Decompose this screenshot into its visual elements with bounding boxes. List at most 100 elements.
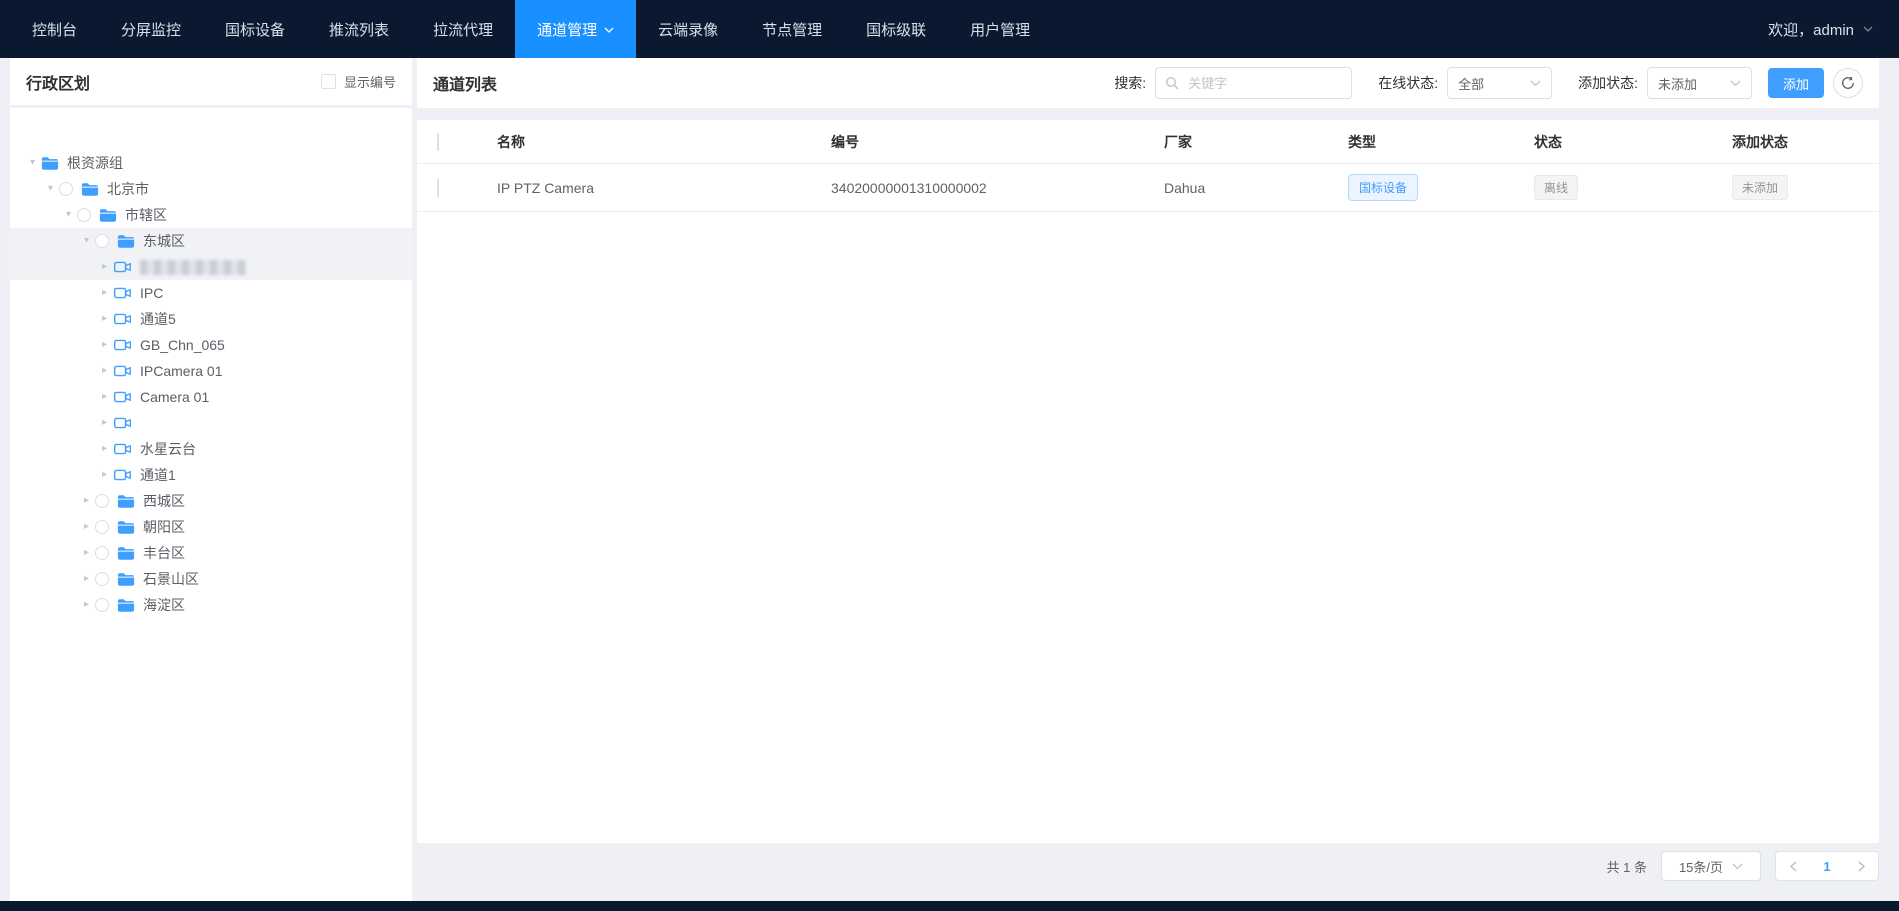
- radio-icon[interactable]: [77, 208, 91, 222]
- caret-icon[interactable]: ▸: [78, 488, 95, 514]
- caret-icon[interactable]: ▸: [78, 514, 95, 540]
- camera-icon: [113, 363, 132, 379]
- tree-row[interactable]: ▸ 海淀区: [10, 592, 412, 618]
- caret-icon[interactable]: ▸: [96, 410, 113, 436]
- nav-tab-分屏监控[interactable]: 分屏监控: [99, 0, 203, 58]
- tree-row[interactable]: ▾ 北京市: [10, 176, 412, 202]
- radio-icon[interactable]: [95, 234, 109, 248]
- camera-icon: [113, 415, 132, 431]
- nav-tab-节点管理[interactable]: 节点管理: [740, 0, 844, 58]
- col-add-status: 添加状态: [1732, 133, 1788, 150]
- page-size-select[interactable]: 15条/页: [1661, 851, 1761, 881]
- tree-row[interactable]: ▾ 市辖区: [10, 202, 412, 228]
- search-input[interactable]: [1186, 74, 1343, 92]
- refresh-button[interactable]: [1833, 68, 1863, 98]
- caret-icon[interactable]: ▾: [60, 202, 77, 228]
- folder-icon: [117, 572, 135, 587]
- nav-tab-拉流代理[interactable]: 拉流代理: [411, 0, 515, 58]
- add-button[interactable]: 添加: [1767, 68, 1824, 98]
- radio-icon[interactable]: [95, 598, 109, 612]
- tree-row[interactable]: ▸ 通道5: [10, 306, 412, 332]
- tree-label: 市辖区: [125, 207, 167, 223]
- radio-icon[interactable]: [95, 572, 109, 586]
- folder-icon: [81, 182, 99, 197]
- select-all-checkbox[interactable]: [437, 132, 439, 151]
- nav-tab-用户管理[interactable]: 用户管理: [948, 0, 1052, 58]
- caret-icon[interactable]: ▸: [96, 306, 113, 332]
- row-checkbox[interactable]: [437, 178, 439, 197]
- tree-row[interactable]: ▸ IPCamera 01: [10, 358, 412, 384]
- chevron-right-icon: [1858, 860, 1865, 872]
- folder-icon: [117, 234, 135, 249]
- tree-row[interactable]: ▾ 根资源组: [10, 150, 412, 176]
- tree-row[interactable]: ▸ GB_Chn_065: [10, 332, 412, 358]
- online-status-select[interactable]: 全部: [1447, 67, 1553, 99]
- tree-row[interactable]: ▸: [10, 254, 412, 280]
- tree-row[interactable]: ▸ Camera 01: [10, 384, 412, 410]
- caret-icon[interactable]: ▸: [96, 436, 113, 462]
- tree-row[interactable]: ▸: [10, 410, 412, 436]
- tree-row[interactable]: ▸ IPC: [10, 280, 412, 306]
- user-menu[interactable]: 欢迎，admin: [1768, 0, 1873, 58]
- radio-icon[interactable]: [95, 520, 109, 534]
- tree-label: 根资源组: [67, 155, 123, 171]
- channel-table: 名称 编号 厂家 类型 状态 添加状态 IP PTZ Camera 340200…: [417, 120, 1879, 843]
- nav-tab-label: 分屏监控: [121, 21, 182, 39]
- nav-tab-控制台[interactable]: 控制台: [10, 0, 99, 58]
- tree-row[interactable]: ▸ 朝阳区: [10, 514, 412, 540]
- status-badge: 离线: [1534, 175, 1579, 200]
- radio-icon[interactable]: [95, 546, 109, 560]
- tree-label: 丰台区: [143, 545, 185, 561]
- current-page[interactable]: 1: [1810, 859, 1844, 874]
- tree-label: 西城区: [143, 493, 185, 509]
- camera-icon: [113, 389, 132, 405]
- caret-icon[interactable]: ▸: [96, 254, 113, 280]
- online-status-label: 在线状态:: [1378, 75, 1439, 91]
- nav-tab-国标设备[interactable]: 国标设备: [203, 0, 307, 58]
- camera-icon: [113, 311, 132, 327]
- show-number-label: 显示编号: [343, 75, 396, 90]
- bottom-bar: [0, 901, 1899, 911]
- next-page-button[interactable]: [1844, 852, 1878, 880]
- prev-page-button[interactable]: [1776, 852, 1810, 880]
- show-number-checkbox-icon[interactable]: [320, 74, 336, 89]
- tree-label: 通道5: [140, 311, 176, 327]
- nav-tab-label: 控制台: [32, 21, 78, 39]
- tree-row[interactable]: ▾ 东城区: [10, 228, 412, 254]
- radio-icon[interactable]: [95, 494, 109, 508]
- add-status-badge: 未添加: [1732, 175, 1789, 200]
- tree-row[interactable]: ▸ 石景山区: [10, 566, 412, 592]
- table-row[interactable]: IP PTZ Camera 34020000001310000002 Dahua…: [417, 164, 1879, 212]
- caret-icon[interactable]: ▾: [78, 228, 95, 254]
- caret-icon[interactable]: ▸: [96, 332, 113, 358]
- tree-row[interactable]: ▸ 丰台区: [10, 540, 412, 566]
- caret-icon[interactable]: ▸: [78, 540, 95, 566]
- nav-tab-推流列表[interactable]: 推流列表: [307, 0, 411, 58]
- add-status-select[interactable]: 未添加: [1646, 67, 1752, 99]
- region-panel-title: 行政区划: [26, 75, 91, 93]
- tree-row[interactable]: ▸ 通道1: [10, 462, 412, 488]
- tree-label: 北京市: [107, 181, 149, 197]
- nav-tabs: 控制台 分屏监控 国标设备 推流列表 拉流代理 通道管理 云端录像 节点管理 国…: [10, 0, 1052, 58]
- tree-row[interactable]: ▸ 西城区: [10, 488, 412, 514]
- caret-icon[interactable]: ▸: [96, 280, 113, 306]
- channel-toolbar: 通道列表 搜索: 在线状态: 全部 添加状态: 未添加 添加: [417, 58, 1879, 108]
- camera-icon: [113, 467, 132, 483]
- nav-tab-通道管理[interactable]: 通道管理: [515, 0, 637, 58]
- nav-tab-国标级联[interactable]: 国标级联: [844, 0, 948, 58]
- nav-tab-云端录像[interactable]: 云端录像: [636, 0, 740, 58]
- tree-row[interactable]: ▸ 水星云台: [10, 436, 412, 462]
- caret-icon[interactable]: ▸: [78, 592, 95, 618]
- caret-icon[interactable]: ▾: [42, 176, 59, 202]
- caret-icon[interactable]: ▸: [96, 462, 113, 488]
- caret-icon[interactable]: ▾: [24, 150, 41, 176]
- radio-icon[interactable]: [59, 182, 73, 196]
- add-status-value: 未添加: [1657, 76, 1697, 92]
- nav-tab-label: 通道管理: [537, 21, 598, 39]
- caret-icon[interactable]: ▸: [96, 358, 113, 384]
- caret-icon[interactable]: ▸: [96, 384, 113, 410]
- caret-icon[interactable]: ▸: [78, 566, 95, 592]
- tree-label: IPC: [140, 285, 164, 301]
- nav-tab-label: 拉流代理: [433, 21, 494, 39]
- show-number-toggle[interactable]: 显示编号: [320, 72, 396, 91]
